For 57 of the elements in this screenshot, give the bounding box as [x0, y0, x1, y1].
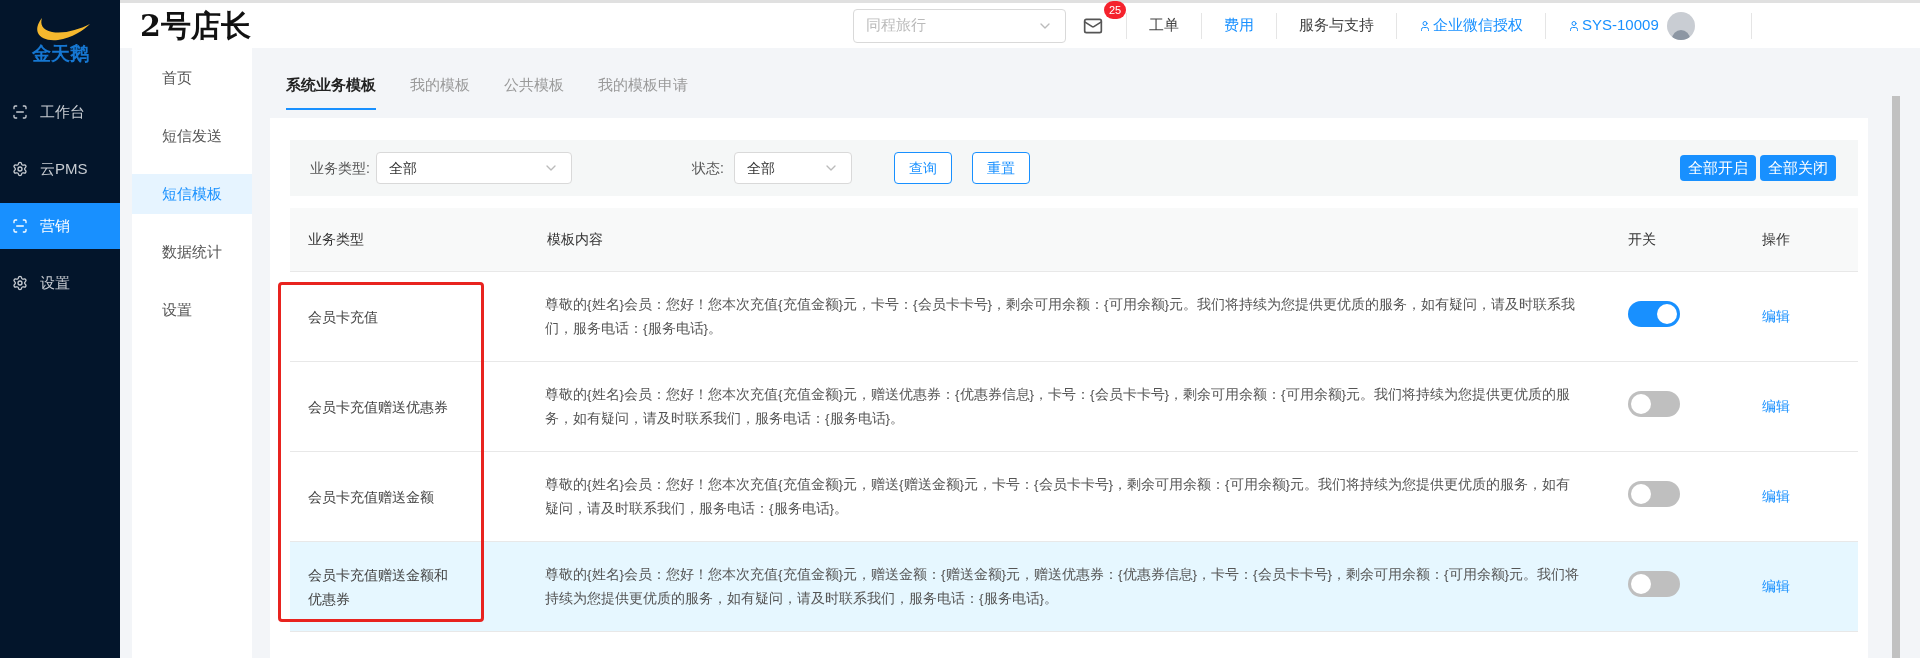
- store-select[interactable]: 同程旅行: [853, 8, 1066, 43]
- sub-nav-item[interactable]: 设置: [132, 290, 252, 330]
- avatar: [1666, 11, 1695, 40]
- toggle-switch[interactable]: [1628, 390, 1680, 417]
- table-cell-text: 尊敬的{姓名}会员：您好！您本次充值{充值金额}元，赠送{赠送金额}元，卡号：{会员卡卡号}，剩余可用余额：{可用余额}元。我们将持续为您提供更优质的服务，如有疑问，请及时联系我们，服务电话：{服务电话}。: [545, 475, 1572, 518]
- table-cell-text: 尊敬的{姓名}会员：您好！您本次充值{充值金额}元，赠送金额：{赠送金额}元，赠送优惠券：{优惠券信息}，卡号：{会员卡卡号}，剩余可用余额：{可用余额}元。我们将持续为您提供更优质的服务，如有疑问，请及时联系我们，服务电话：{服务电话}。: [545, 565, 1581, 608]
- sub-nav-item[interactable]: 短信模板: [132, 174, 252, 214]
- user-icon: [1419, 19, 1431, 32]
- edit-link[interactable]: 编辑: [1758, 576, 1790, 597]
- table-cell-text: 尊敬的{姓名}会员：您好！您本次充值{充值金额}元，卡号：{会员卡卡号}，剩余可用余额：{可用余额}元。我们将持续为您提供更优质的服务，如有疑问，请及时联系我们，服务电话：{服务电话}。: [545, 295, 1577, 338]
- nav-item[interactable]: 云PMS: [0, 146, 120, 192]
- table-cell-text: 尊敬的{姓名}会员：您好！您本次充值{充值金额}元，赠送优惠券：{优惠券信息}，卡号：{会员卡卡号}，剩余可用余额：{可用余额}元。我们将持续为您提供更优质的服务，如有疑问，请及时联系我们，服务电话：{服务电话}。: [545, 385, 1572, 428]
- notification-badge: 25: [1104, 0, 1127, 19]
- app-title: 2号店长: [140, 7, 252, 45]
- settings-icon: [12, 161, 28, 177]
- column-header: 业务类型: [307, 230, 365, 249]
- header-link[interactable]: 工单: [1149, 14, 1179, 37]
- column-header: 开关: [1627, 230, 1657, 249]
- nav-item[interactable]: 工作台: [0, 89, 120, 135]
- table-cell-text: 会员卡充值赠送优惠券: [307, 397, 449, 417]
- table-cell-text: 会员卡充值: [307, 307, 379, 327]
- enable-all-button[interactable]: 全部开启: [1680, 155, 1756, 181]
- user-link[interactable]: 企业微信授权: [1419, 14, 1523, 37]
- nav-item[interactable]: 营销: [0, 203, 120, 249]
- query-button[interactable]: 查询: [893, 152, 952, 184]
- filter-label: 状态:: [691, 158, 724, 178]
- toggle-switch[interactable]: [1628, 480, 1680, 507]
- user-icon: [1568, 19, 1580, 32]
- reset-button[interactable]: 重置: [971, 152, 1030, 184]
- edit-link[interactable]: 编辑: [1758, 306, 1790, 327]
- settings-icon: [12, 275, 28, 291]
- header-link[interactable]: 费用: [1224, 14, 1254, 37]
- edit-link[interactable]: 编辑: [1758, 486, 1790, 507]
- tab[interactable]: 公共模板: [504, 73, 564, 110]
- table-cell-text: 会员卡充值赠送金额和优惠券: [307, 565, 449, 609]
- column-header: 模板内容: [546, 230, 604, 249]
- sub-nav-item[interactable]: 数据统计: [132, 232, 252, 272]
- tab[interactable]: 我的模板: [410, 73, 470, 110]
- table-cell-text: 会员卡充值赠送金额: [307, 487, 435, 507]
- tab[interactable]: 我的模板申请: [598, 73, 688, 110]
- tab[interactable]: 系统业务模板: [286, 73, 376, 110]
- nav-item[interactable]: 设置: [0, 260, 120, 306]
- toggle-switch[interactable]: [1628, 570, 1680, 597]
- disable-all-button[interactable]: 全部关闭: [1760, 155, 1836, 181]
- logo-text: 金天鹅: [31, 43, 89, 63]
- column-header: 操作: [1761, 230, 1791, 249]
- filter-label: 业务类型:: [310, 158, 370, 178]
- sub-nav-item[interactable]: 短信发送: [132, 116, 252, 156]
- header-link[interactable]: 服务与支持: [1299, 14, 1374, 37]
- scan-icon: [12, 104, 28, 120]
- user-link[interactable]: SYS-10009: [1568, 14, 1659, 37]
- type-select[interactable]: 全部: [375, 152, 572, 184]
- sub-nav-item[interactable]: 首页: [132, 58, 252, 98]
- toggle-switch[interactable]: [1628, 300, 1680, 327]
- edit-link[interactable]: 编辑: [1758, 396, 1790, 417]
- scan-icon: [12, 218, 28, 234]
- status-select[interactable]: 全部: [733, 152, 852, 184]
